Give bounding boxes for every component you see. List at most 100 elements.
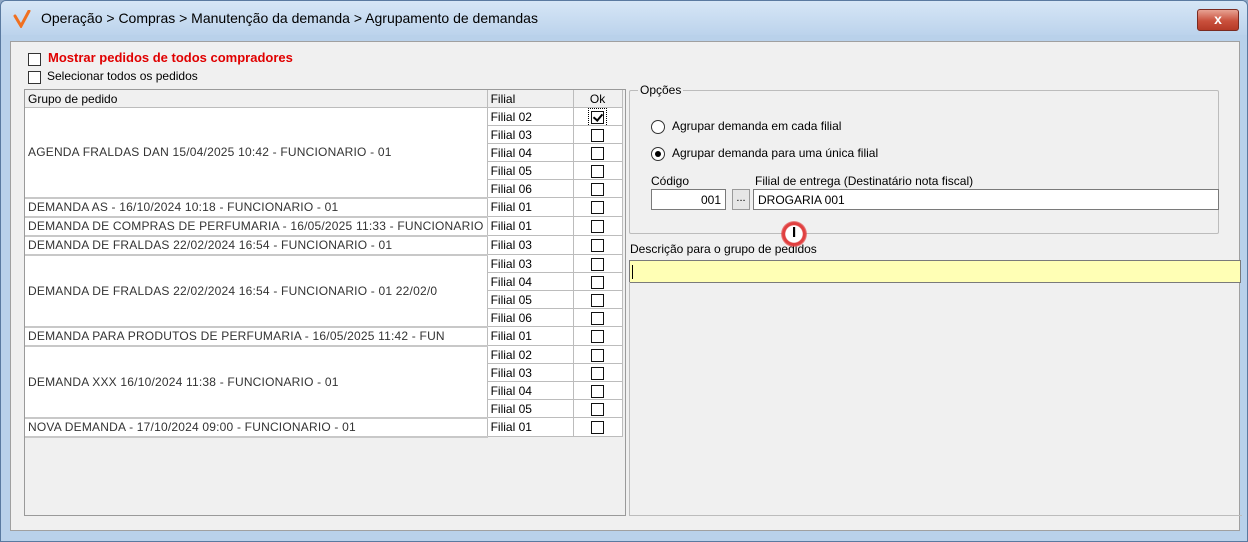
branch-cell[interactable]: Filial 04: [487, 272, 574, 291]
show-all-buyers-label[interactable]: Mostrar pedidos de todos compradores: [48, 50, 293, 65]
radio-single-branch-label[interactable]: Agrupar demanda para uma única filial: [672, 146, 878, 160]
lookup-button[interactable]: ...: [732, 189, 750, 210]
ok-checkbox[interactable]: [591, 164, 605, 178]
ok-cell[interactable]: [573, 345, 623, 364]
group-cell[interactable]: DEMANDA DE FRALDAS 22/02/2024 16:54 - FU…: [25, 254, 488, 328]
ok-cell[interactable]: [573, 290, 623, 309]
ok-checkbox[interactable]: [591, 257, 605, 271]
code-field[interactable]: 001: [651, 189, 726, 210]
branch-cell[interactable]: Filial 05: [487, 399, 574, 418]
code-label: Código: [651, 174, 690, 188]
table-row[interactable]: DEMANDA DE FRALDAS 22/02/2024 16:54 - FU…: [25, 254, 623, 328]
delivery-branch-label: Filial de entrega (Destinatário nota fis…: [755, 174, 974, 188]
ok-checkbox[interactable]: [591, 348, 605, 362]
branch-cell[interactable]: Filial 03: [487, 254, 574, 273]
branch-cell[interactable]: Filial 01: [487, 326, 574, 346]
orders-grid: Grupo de pedido Filial Ok AGENDA FRALDAS…: [24, 89, 626, 516]
table-row[interactable]: DEMANDA DE COMPRAS DE PERFUMARIA - 16/05…: [25, 216, 623, 237]
group-cell[interactable]: NOVA DEMANDA - 17/10/2024 09:00 - FUNCIO…: [25, 417, 488, 438]
ok-cell[interactable]: [573, 399, 623, 418]
branch-cell[interactable]: Filial 01: [487, 216, 574, 236]
options-group: Opções Agrupar demanda em cada filial Ag…: [629, 83, 1219, 234]
radio-each-branch-label[interactable]: Agrupar demanda em cada filial: [672, 119, 841, 133]
branch-cell[interactable]: Filial 06: [487, 308, 574, 327]
ok-cell[interactable]: [573, 326, 623, 346]
options-legend: Opções: [638, 83, 684, 97]
group-cell[interactable]: DEMANDA DE FRALDAS 22/02/2024 16:54 - FU…: [25, 235, 488, 256]
branch-cell[interactable]: Filial 06: [487, 179, 574, 198]
description-input[interactable]: [629, 260, 1241, 283]
delivery-branch-field[interactable]: DROGARIA 001: [753, 189, 1219, 210]
group-cell[interactable]: DEMANDA PARA PRODUTOS DE PERFUMARIA - 16…: [25, 326, 488, 347]
ok-cell[interactable]: [573, 381, 623, 400]
branch-cell[interactable]: Filial 02: [487, 107, 574, 126]
ok-checkbox[interactable]: [591, 146, 605, 160]
group-cell[interactable]: DEMANDA XXX 16/10/2024 11:38 - FUNCIONAR…: [25, 345, 488, 419]
table-row[interactable]: AGENDA FRALDAS DAN 15/04/2025 10:42 - FU…: [25, 107, 623, 199]
ok-cell[interactable]: [573, 254, 623, 273]
group-cell[interactable]: DEMANDA DE COMPRAS DE PERFUMARIA - 16/05…: [25, 216, 488, 237]
ok-cell[interactable]: [573, 272, 623, 291]
group-cell[interactable]: DEMANDA AS - 16/10/2024 10:18 - FUNCIONA…: [25, 197, 488, 218]
ok-cell[interactable]: [573, 363, 623, 382]
ok-cell[interactable]: [573, 235, 623, 255]
radio-each-branch[interactable]: [651, 120, 665, 134]
branch-cell[interactable]: Filial 03: [487, 125, 574, 144]
ok-checkbox[interactable]: [591, 421, 605, 435]
client-area: Mostrar pedidos de todos compradores Sel…: [10, 41, 1242, 531]
group-cell[interactable]: AGENDA FRALDAS DAN 15/04/2025 10:42 - FU…: [25, 107, 488, 199]
branch-cell[interactable]: Filial 01: [487, 417, 574, 437]
app-logo-icon: [13, 10, 31, 28]
select-all-orders-label[interactable]: Selecionar todos os pedidos: [47, 69, 198, 83]
ok-cell[interactable]: [573, 107, 623, 126]
table-row[interactable]: DEMANDA AS - 16/10/2024 10:18 - FUNCIONA…: [25, 197, 623, 218]
select-all-orders-checkbox[interactable]: [28, 71, 41, 84]
table-row[interactable]: NOVA DEMANDA - 17/10/2024 09:00 - FUNCIO…: [25, 417, 623, 438]
ok-checkbox[interactable]: [591, 128, 605, 142]
table-row[interactable]: DEMANDA XXX 16/10/2024 11:38 - FUNCIONAR…: [25, 345, 623, 419]
ibeam-cursor-icon: I: [792, 224, 797, 241]
table-row[interactable]: DEMANDA PARA PRODUTOS DE PERFUMARIA - 16…: [25, 326, 623, 347]
branch-cell[interactable]: Filial 05: [487, 161, 574, 180]
text-caret: [632, 265, 633, 279]
branch-cell[interactable]: Filial 05: [487, 290, 574, 309]
show-all-buyers-checkbox[interactable]: [28, 53, 41, 66]
ok-cell[interactable]: [573, 125, 623, 144]
ok-checkbox[interactable]: [591, 366, 605, 380]
branch-cell[interactable]: Filial 03: [487, 363, 574, 382]
grid-header-row: Grupo de pedido Filial Ok: [25, 90, 623, 108]
ok-cell[interactable]: [573, 161, 623, 180]
ok-checkbox[interactable]: [591, 239, 605, 253]
header-branch[interactable]: Filial: [487, 90, 574, 108]
branch-cell[interactable]: Filial 04: [487, 143, 574, 162]
ok-checkbox[interactable]: [588, 107, 608, 125]
table-row[interactable]: DEMANDA DE FRALDAS 22/02/2024 16:54 - FU…: [25, 235, 623, 256]
ok-cell[interactable]: [573, 216, 623, 236]
title-bar[interactable]: Operação > Compras > Manutenção da deman…: [1, 1, 1247, 35]
radio-single-branch[interactable]: [651, 147, 665, 161]
dialog-window: Operação > Compras > Manutenção da deman…: [0, 0, 1248, 542]
window-title: Operação > Compras > Manutenção da deman…: [41, 10, 538, 26]
close-button[interactable]: x: [1197, 9, 1239, 31]
ok-checkbox[interactable]: [591, 384, 605, 398]
ok-checkbox[interactable]: [591, 293, 605, 307]
ok-checkbox[interactable]: [591, 402, 605, 416]
right-panel: [629, 282, 1242, 516]
ok-checkbox[interactable]: [591, 275, 605, 289]
ok-cell[interactable]: [573, 197, 623, 217]
ok-cell[interactable]: [573, 308, 623, 327]
ok-checkbox[interactable]: [591, 311, 605, 325]
header-ok[interactable]: Ok: [573, 90, 623, 108]
branch-cell[interactable]: Filial 01: [487, 197, 574, 217]
ok-cell[interactable]: [573, 417, 623, 437]
ok-cell[interactable]: [573, 179, 623, 198]
branch-cell[interactable]: Filial 04: [487, 381, 574, 400]
ok-checkbox[interactable]: [591, 182, 605, 196]
header-group[interactable]: Grupo de pedido: [25, 90, 488, 108]
ok-checkbox[interactable]: [591, 220, 605, 234]
ok-checkbox[interactable]: [591, 330, 605, 344]
branch-cell[interactable]: Filial 03: [487, 235, 574, 255]
branch-cell[interactable]: Filial 02: [487, 345, 574, 364]
ok-cell[interactable]: [573, 143, 623, 162]
ok-checkbox[interactable]: [591, 201, 605, 215]
